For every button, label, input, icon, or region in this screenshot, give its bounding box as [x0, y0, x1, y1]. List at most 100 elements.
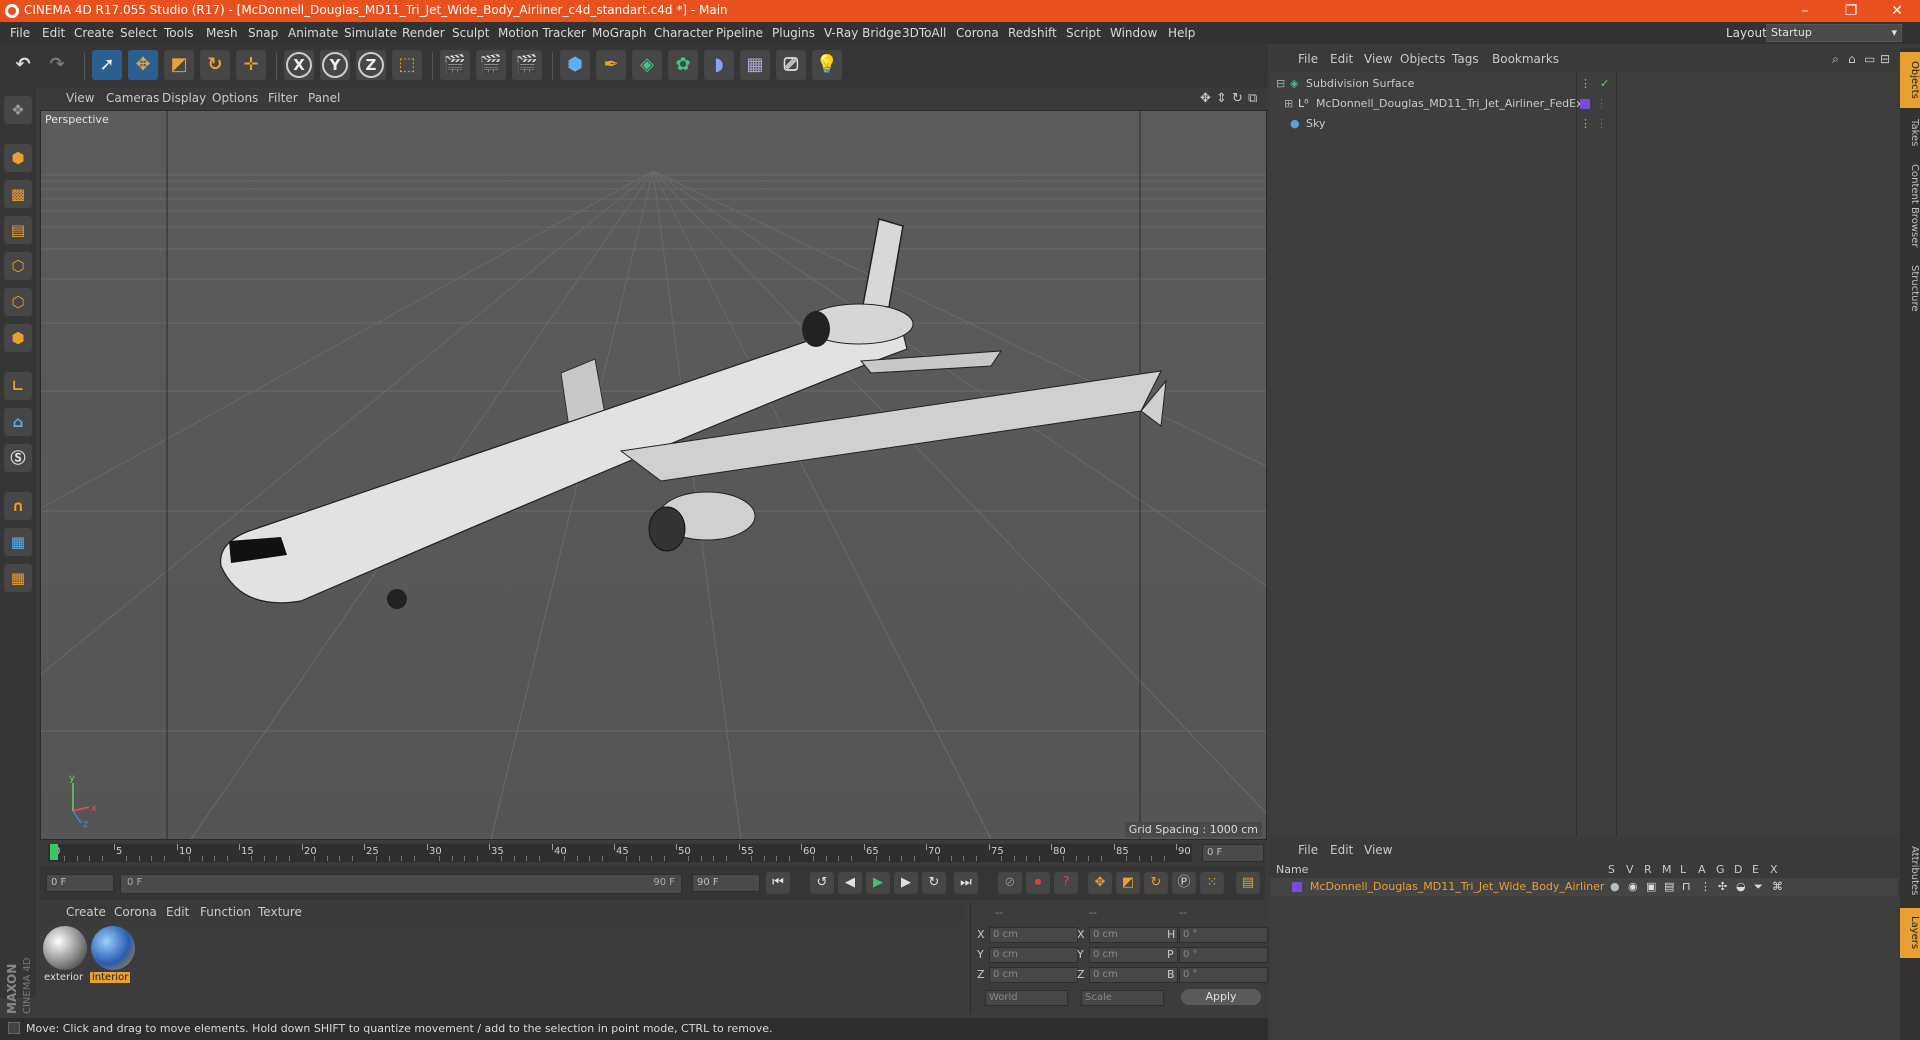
menu-create[interactable]: Create [74, 26, 114, 40]
menu-render[interactable]: Render [402, 26, 445, 40]
axis-mode-button[interactable]: ∟ [4, 372, 32, 400]
menu-window[interactable]: Window [1110, 26, 1157, 40]
viewport-menu-options[interactable]: Options [212, 91, 258, 105]
apply-button[interactable]: Apply [1181, 989, 1261, 1005]
viewport-menu-cameras[interactable]: Cameras [106, 91, 159, 105]
layer-animation-icon[interactable]: ⋮ [1700, 880, 1711, 893]
transform-tool-button[interactable]: ✛ [236, 50, 266, 80]
menu-snap[interactable]: Snap [248, 26, 278, 40]
render-view-button[interactable]: 🎬 [440, 50, 470, 80]
tweak-mode-button[interactable]: ⌂ [4, 408, 32, 436]
make-editable-button[interactable]: ❖ [4, 96, 32, 124]
next-frame-button[interactable]: ▶ [894, 872, 918, 894]
key-rotation-button[interactable]: ↻ [1144, 872, 1168, 894]
coords-size-z-field[interactable]: 0 cm [1089, 967, 1178, 983]
subdivision-surface-button[interactable]: ◈ [632, 50, 662, 80]
menu-motion-tracker[interactable]: Motion Tracker [498, 26, 586, 40]
y-axis-button[interactable]: Y [320, 50, 350, 80]
visibility-dots-icon[interactable]: ⋮ [1596, 117, 1607, 130]
layer-menu-view[interactable]: View [1364, 843, 1392, 857]
visibility-toggle-icon[interactable]: ⋮ [1580, 77, 1591, 90]
start-frame-field[interactable]: 0 F [46, 874, 114, 892]
tab-takes[interactable]: Takes [1900, 112, 1920, 154]
key-parameter-button[interactable]: Ⓟ [1172, 872, 1196, 894]
undo-button[interactable]: ↶ [8, 50, 38, 80]
layer-manager-icon[interactable]: ▤ [1664, 880, 1674, 893]
workplane-mode-button[interactable]: ▤ [4, 216, 32, 244]
z-axis-button[interactable]: Z [356, 50, 386, 80]
viewport-menu-view[interactable]: View [66, 91, 94, 105]
layout-select[interactable]: Startup ▾ [1766, 24, 1902, 42]
menu-simulate[interactable]: Simulate [344, 26, 397, 40]
cube-object-button[interactable]: ⬢ [560, 50, 590, 80]
layer-row[interactable]: McDonnell_Douglas_MD11_Tri_Jet_Wide_Body… [1270, 878, 1898, 896]
menu-mograph[interactable]: MoGraph [592, 26, 647, 40]
object-menu-tags[interactable]: Tags [1452, 52, 1479, 66]
planar-workplane-button[interactable]: ▦ [4, 564, 32, 592]
expand-toggle-icon[interactable]: ⊞ [1284, 97, 1293, 110]
menu-redshift[interactable]: Redshift [1008, 26, 1057, 40]
previous-frame-button[interactable]: ◀ [838, 872, 862, 894]
layer-expression-icon[interactable]: ⏷ [1754, 880, 1763, 894]
coords-rot-p-field[interactable]: 0 ° [1179, 947, 1268, 963]
object-menu-file[interactable]: File [1298, 52, 1318, 66]
expand-icon[interactable]: ⊟ [1880, 52, 1890, 66]
coords-scale-select[interactable]: Scale [1081, 990, 1164, 1006]
viewport-pan-icon[interactable]: ✥ [1200, 91, 1211, 106]
layer-menu-edit[interactable]: Edit [1330, 843, 1353, 857]
coords-rot-b-field[interactable]: 0 ° [1179, 967, 1268, 983]
snap-button[interactable]: ∩ [4, 492, 32, 520]
enabled-check-icon[interactable]: ✓ [1600, 77, 1609, 90]
tab-structure[interactable]: Structure [1900, 258, 1920, 318]
coords-size-y-field[interactable]: 0 cm [1089, 947, 1178, 963]
menu-mesh[interactable]: Mesh [206, 26, 238, 40]
edges-mode-button[interactable]: ⬡ [4, 288, 32, 316]
layer-generator-icon[interactable]: ✣ [1718, 880, 1727, 893]
menu-vray-bridge[interactable]: V-Ray Bridge [824, 26, 901, 40]
coords-size-x-field[interactable]: 0 cm [1089, 927, 1178, 943]
x-axis-button[interactable]: X [284, 50, 314, 80]
visibility-toggle-icon[interactable]: ⋮ [1580, 117, 1591, 130]
timeline-window-button[interactable]: ▤ [1236, 872, 1260, 894]
render-picture-viewer-button[interactable]: 🎬 [476, 50, 506, 80]
layer-menu-file[interactable]: File [1298, 843, 1318, 857]
material-interior[interactable]: interior [90, 922, 136, 984]
layer-deformer-icon[interactable]: ◒ [1736, 880, 1746, 893]
object-row-sky[interactable]: ● Sky ⋮ ⋮ [1270, 114, 1898, 134]
live-selection-button[interactable]: ➚ [92, 50, 122, 80]
home-icon[interactable]: ⌂ [1848, 52, 1856, 66]
layer-xref-icon[interactable]: ⌘ [1772, 880, 1783, 893]
menu-plugins[interactable]: Plugins [772, 26, 815, 40]
move-tool-button[interactable]: ✥ [128, 50, 158, 80]
minimize-button[interactable]: – [1782, 0, 1828, 22]
lock-workplane-button[interactable]: ▦ [4, 528, 32, 556]
menu-file[interactable]: File [10, 26, 30, 40]
menu-script[interactable]: Script [1066, 26, 1101, 40]
object-menu-view[interactable]: View [1364, 52, 1392, 66]
close-button[interactable]: ✕ [1874, 0, 1920, 22]
viewport-dolly-icon[interactable]: ⇕ [1216, 91, 1227, 106]
menu-animate[interactable]: Animate [288, 26, 338, 40]
key-pla-button[interactable]: ⁙ [1200, 872, 1224, 894]
tab-attributes[interactable]: Attributes [1900, 838, 1920, 904]
tab-objects[interactable]: Objects [1900, 52, 1920, 108]
object-menu-objects[interactable]: Objects [1400, 52, 1445, 66]
object-row-airliner[interactable]: ⊞ L⁰ McDonnell_Douglas_MD11_Tri_Jet_Airl… [1270, 94, 1898, 114]
next-key-button[interactable]: ↻ [922, 872, 946, 894]
tab-layers[interactable]: Layers [1900, 908, 1920, 958]
coords-rot-h-field[interactable]: 0 ° [1179, 927, 1268, 943]
texture-mode-button[interactable]: ▩ [4, 180, 32, 208]
coords-pos-x-field[interactable]: 0 cm [989, 927, 1078, 943]
current-frame-field[interactable]: 0 F [1202, 844, 1264, 862]
object-menu-edit[interactable]: Edit [1330, 52, 1353, 66]
menu-sculpt[interactable]: Sculpt [452, 26, 489, 40]
material-menu-edit[interactable]: Edit [166, 905, 189, 919]
layer-lock-icon[interactable]: ⊓ [1682, 880, 1691, 893]
light-button[interactable]: 💡 [812, 50, 842, 80]
render-settings-button[interactable]: 🎬 [512, 50, 542, 80]
autokey-button[interactable]: ? [1054, 872, 1078, 894]
play-button[interactable]: ▶ [866, 872, 890, 894]
redo-button[interactable]: ↷ [42, 50, 72, 80]
coordinate-system-button[interactable]: ⬚ [392, 50, 422, 80]
menu-pipeline[interactable]: Pipeline [716, 26, 763, 40]
